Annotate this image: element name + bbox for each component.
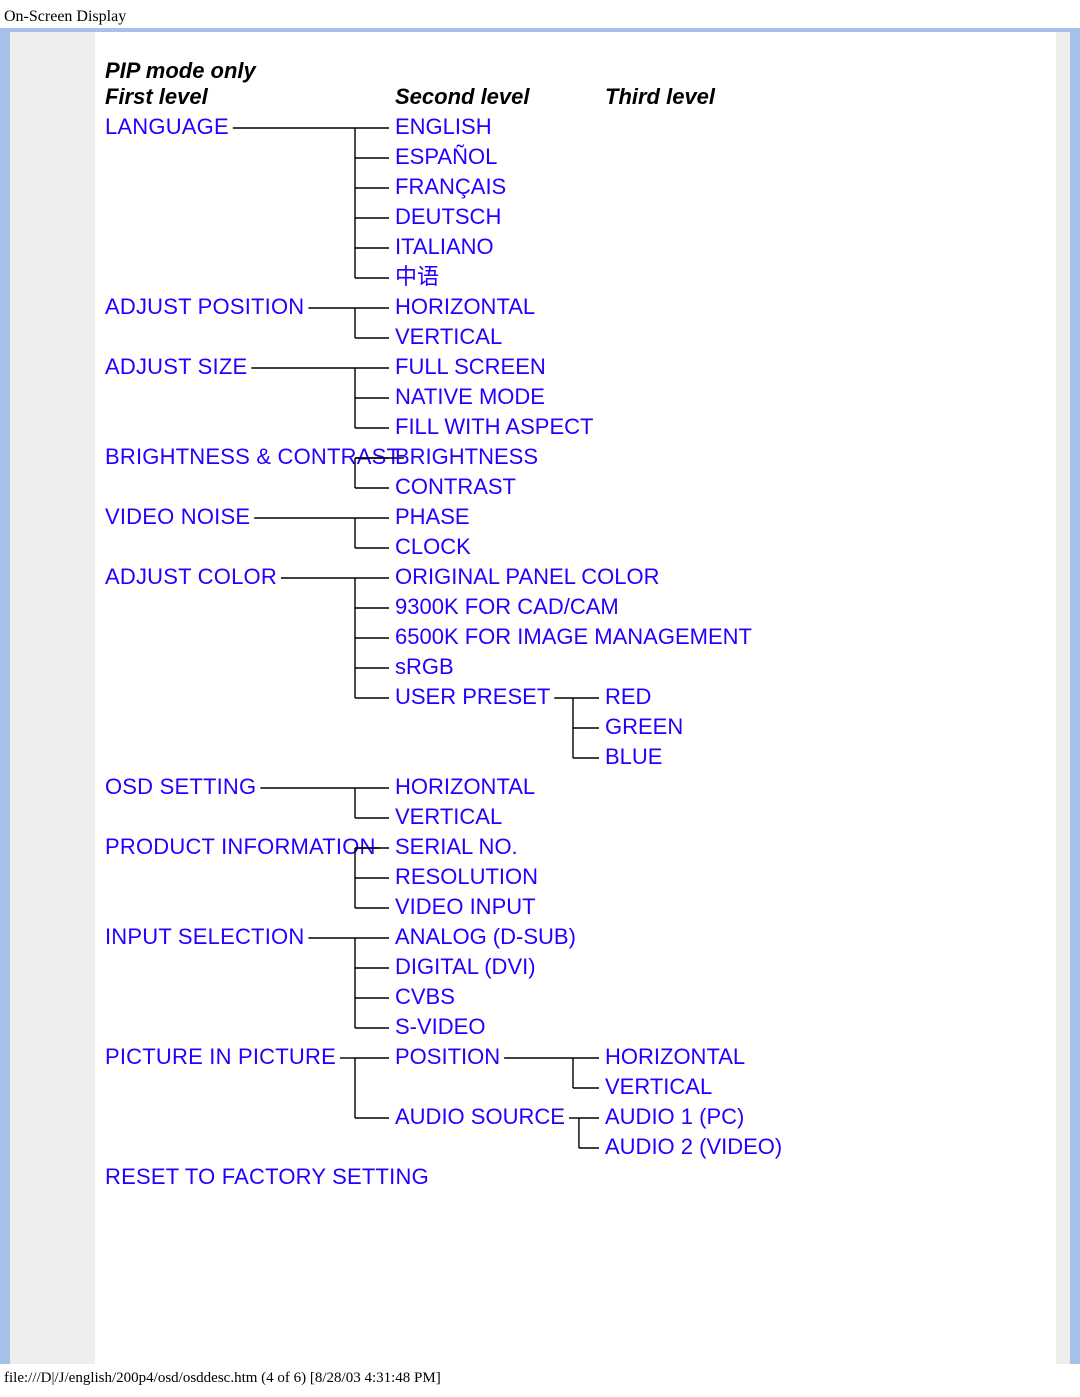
l2-item-0-3: DEUTSCH bbox=[395, 204, 501, 229]
l2-item-3-0: BRIGHTNESS bbox=[395, 444, 538, 469]
l1-item-2: ADJUST SIZE bbox=[105, 354, 247, 379]
l2-item-0-0: ENGLISH bbox=[395, 114, 492, 139]
l1-item-3: BRIGHTNESS & CONTRAST bbox=[105, 444, 400, 469]
l2-item-2-0: FULL SCREEN bbox=[395, 354, 546, 379]
l2-item-8-0: ANALOG (D-SUB) bbox=[395, 924, 576, 949]
l1-item-4: VIDEO NOISE bbox=[105, 504, 250, 529]
page-title: On-Screen Display bbox=[0, 0, 1080, 28]
l3-item-9-0-1: VERTICAL bbox=[605, 1074, 712, 1099]
l2-item-7-1: RESOLUTION bbox=[395, 864, 538, 889]
l1-item-0: LANGUAGE bbox=[105, 114, 229, 139]
l2-item-5-4: USER PRESET bbox=[395, 684, 550, 709]
outer-frame: PIP mode onlyFirst level Second level Thir… bbox=[0, 28, 1080, 1364]
col3-header: Third level bbox=[605, 84, 716, 109]
pip-mode-note: PIP mode only bbox=[105, 58, 258, 83]
l2-item-7-0: SERIAL NO. bbox=[395, 834, 518, 859]
l1-item-10: RESET TO FACTORY SETTING bbox=[105, 1164, 429, 1189]
l2-item-0-2: FRANÇAIS bbox=[395, 174, 506, 199]
l2-item-5-2: 6500K FOR IMAGE MANAGEMENT bbox=[395, 624, 752, 649]
l2-item-5-0: ORIGINAL PANEL COLOR bbox=[395, 564, 659, 589]
l3-item-5-4-2: BLUE bbox=[605, 744, 662, 769]
l2-item-8-1: DIGITAL (DVI) bbox=[395, 954, 536, 979]
l2-item-8-2: CVBS bbox=[395, 984, 455, 1009]
l2-item-7-2: VIDEO INPUT bbox=[395, 894, 536, 919]
l3-item-9-1-1: AUDIO 2 (VIDEO) bbox=[605, 1134, 782, 1159]
l2-item-2-1: NATIVE MODE bbox=[395, 384, 545, 409]
l1-item-6: OSD SETTING bbox=[105, 774, 256, 799]
l2-item-8-3: S-VIDEO bbox=[395, 1014, 485, 1039]
l2-item-0-5: 中语 bbox=[395, 264, 439, 289]
l3-item-9-0-0: HORIZONTAL bbox=[605, 1044, 745, 1069]
content-sheet: PIP mode onlyFirst level Second level Thir… bbox=[95, 32, 1056, 1364]
l2-item-9-1: AUDIO SOURCE bbox=[395, 1104, 565, 1129]
l2-item-0-4: ITALIANO bbox=[395, 234, 494, 259]
l3-item-5-4-1: GREEN bbox=[605, 714, 683, 739]
l2-item-1-1: VERTICAL bbox=[395, 324, 502, 349]
l2-item-9-0: POSITION bbox=[395, 1044, 500, 1069]
l2-item-2-2: FILL WITH ASPECT bbox=[395, 414, 593, 439]
l2-item-6-0: HORIZONTAL bbox=[395, 774, 535, 799]
l2-item-6-1: VERTICAL bbox=[395, 804, 502, 829]
l2-item-4-1: CLOCK bbox=[395, 534, 471, 559]
l2-item-5-3: sRGB bbox=[395, 654, 454, 679]
l2-item-5-1: 9300K FOR CAD/CAM bbox=[395, 594, 619, 619]
l1-item-7: PRODUCT INFORMATION bbox=[105, 834, 376, 859]
l3-item-9-1-0: AUDIO 1 (PC) bbox=[605, 1104, 744, 1129]
l1-item-1: ADJUST POSITION bbox=[105, 294, 304, 319]
footer-file-path: file:///D|/J/english/200p4/osd/osddesc.h… bbox=[0, 1364, 1080, 1391]
col2-header: Second level bbox=[395, 84, 530, 109]
l1-item-8: INPUT SELECTION bbox=[105, 924, 304, 949]
l1-item-9: PICTURE IN PICTURE bbox=[105, 1044, 336, 1069]
l1-item-5: ADJUST COLOR bbox=[105, 564, 277, 589]
osd-tree-diagram: PIP mode onlyFirst level Second level Thir… bbox=[95, 56, 915, 1222]
col1-header: First level bbox=[105, 84, 209, 109]
l2-item-1-0: HORIZONTAL bbox=[395, 294, 535, 319]
l2-item-3-1: CONTRAST bbox=[395, 474, 516, 499]
gray-margin: PIP mode onlyFirst level Second level Thir… bbox=[10, 32, 1070, 1364]
l2-item-4-0: PHASE bbox=[395, 504, 470, 529]
l3-item-5-4-0: RED bbox=[605, 684, 651, 709]
l2-item-0-1: ESPAÑOL bbox=[395, 144, 497, 169]
